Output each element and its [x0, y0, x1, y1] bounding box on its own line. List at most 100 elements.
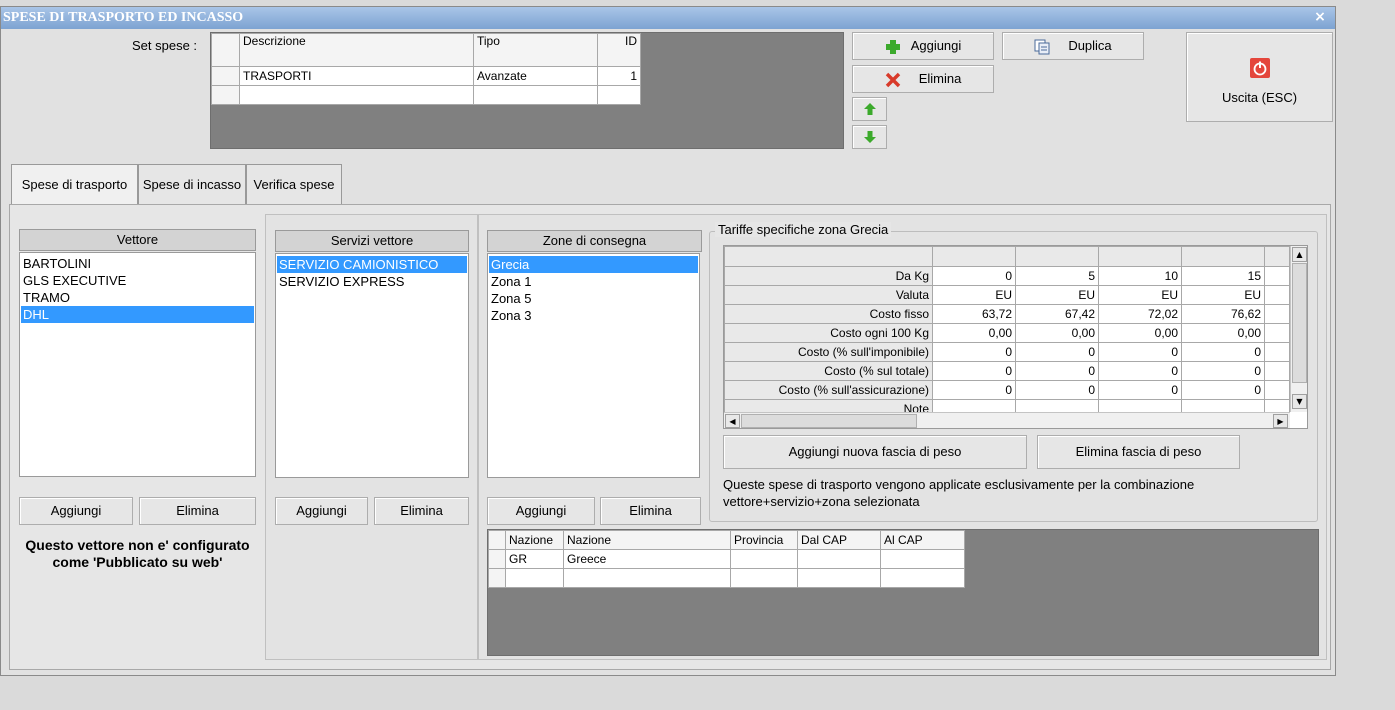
cell-provincia[interactable]	[730, 549, 798, 569]
table-row[interactable]: Costo (% sull'imponibile) 0 0 0 0	[724, 342, 1290, 362]
cell-empty[interactable]	[505, 568, 564, 588]
cell-dal-cap[interactable]	[797, 549, 881, 569]
tariffe-cell[interactable]: 0	[1015, 342, 1099, 362]
move-down-button[interactable]	[852, 125, 887, 149]
add-fascia-button[interactable]: Aggiungi nuova fascia di peso	[723, 435, 1027, 469]
cell-empty[interactable]	[239, 85, 474, 105]
col-descrizione[interactable]: Descrizione	[239, 33, 474, 67]
duplicate-set-button[interactable]: Duplica	[1002, 32, 1144, 60]
col-provincia[interactable]: Provincia	[730, 530, 798, 550]
list-item[interactable]: GLS EXECUTIVE	[21, 272, 254, 289]
table-row[interactable]: Costo (% sul totale) 0 0 0 0	[724, 361, 1290, 381]
tariffe-cell-extra[interactable]	[1264, 304, 1290, 324]
add-zona-button[interactable]: Aggiungi	[487, 497, 595, 525]
tariffe-cell[interactable]: 0	[1181, 380, 1265, 400]
vettore-list[interactable]: BARTOLINI GLS EXECUTIVE TRAMO DHL	[19, 252, 256, 477]
tariffe-cell-extra[interactable]	[1264, 342, 1290, 362]
tariffe-cell[interactable]: EU	[1181, 285, 1265, 305]
exit-button[interactable]: Uscita (ESC)	[1186, 32, 1333, 122]
tariffe-cell-extra[interactable]	[1264, 285, 1290, 305]
scroll-up-icon[interactable]: ▲	[1292, 247, 1307, 262]
tariffe-cell[interactable]: 63,72	[932, 304, 1016, 324]
cell-empty[interactable]	[597, 85, 641, 105]
cell-descrizione[interactable]: TRASPORTI	[239, 66, 474, 86]
tariffe-cell[interactable]: 10	[1098, 266, 1182, 286]
add-set-button[interactable]: Aggiungi	[852, 32, 994, 60]
tariffe-cell[interactable]: 0	[1098, 342, 1182, 362]
tariffe-cell[interactable]: 0	[932, 266, 1016, 286]
list-item[interactable]: DHL	[21, 306, 254, 323]
tariffe-vscrollbar[interactable]: ▲ ▼	[1290, 246, 1307, 412]
add-vettore-button[interactable]: Aggiungi	[19, 497, 133, 525]
scroll-right-icon[interactable]: ▶	[1273, 414, 1288, 428]
scroll-down-icon[interactable]: ▼	[1292, 394, 1307, 409]
table-row[interactable]: Costo fisso 63,72 67,42 72,02 76,62	[724, 304, 1290, 324]
col-nazione-name[interactable]: Nazione	[563, 530, 731, 550]
servizi-list[interactable]: SERVIZIO CAMIONISTICO SERVIZIO EXPRESS	[275, 253, 469, 478]
tariffe-cell[interactable]: 0	[1181, 342, 1265, 362]
cell-empty[interactable]	[880, 568, 965, 588]
tab-spese-trasporto[interactable]: Spese di trasporto	[11, 164, 138, 206]
delete-vettore-button[interactable]: Elimina	[139, 497, 256, 525]
cell-nazione-code[interactable]: GR	[505, 549, 564, 569]
list-item[interactable]: SERVIZIO CAMIONISTICO	[277, 256, 467, 273]
tariffe-cell[interactable]: 0,00	[932, 323, 1016, 343]
zone-list[interactable]: Grecia Zona 1 Zona 5 Zona 3	[487, 253, 700, 478]
tariffe-cell[interactable]: 72,02	[1098, 304, 1182, 324]
tariffe-cell[interactable]: 0	[1015, 380, 1099, 400]
delete-fascia-button[interactable]: Elimina fascia di peso	[1037, 435, 1240, 469]
tariffe-cell[interactable]: EU	[1015, 285, 1099, 305]
list-item[interactable]: Grecia	[489, 256, 698, 273]
tab-verifica-spese[interactable]: Verifica spese	[246, 164, 342, 204]
tariffe-cell[interactable]: 0	[1181, 361, 1265, 381]
table-row-empty[interactable]	[488, 568, 965, 588]
table-row[interactable]: Costo ogni 100 Kg 0,00 0,00 0,00 0,00	[724, 323, 1290, 343]
tariffe-cell[interactable]: EU	[1098, 285, 1182, 305]
delete-zona-button[interactable]: Elimina	[600, 497, 701, 525]
hscroll-thumb[interactable]	[741, 414, 917, 428]
add-servizio-button[interactable]: Aggiungi	[275, 497, 368, 525]
tariffe-grid[interactable]: Da Kg 0 5 10 15 Valuta EU EU EU EU Costo fisso 63,7…	[723, 245, 1308, 429]
cell-empty[interactable]	[473, 85, 598, 105]
tariffe-cell[interactable]: 5	[1015, 266, 1099, 286]
tariffe-cell[interactable]: 67,42	[1015, 304, 1099, 324]
tariffe-cell-extra[interactable]	[1264, 266, 1290, 286]
table-row[interactable]: Costo (% sull'assicurazione) 0 0 0 0	[724, 380, 1290, 400]
tariffe-cell[interactable]: 0	[1098, 361, 1182, 381]
tariffe-cell[interactable]: 0	[932, 361, 1016, 381]
list-item[interactable]: SERVIZIO EXPRESS	[277, 273, 467, 290]
col-tipo[interactable]: Tipo	[473, 33, 598, 67]
cell-empty[interactable]	[563, 568, 731, 588]
tariffe-cell[interactable]: 0	[1015, 361, 1099, 381]
list-item[interactable]: TRAMO	[21, 289, 254, 306]
tab-spese-incasso[interactable]: Spese di incasso	[138, 164, 246, 204]
move-up-button[interactable]	[852, 97, 887, 121]
delete-set-button[interactable]: Elimina	[852, 65, 994, 93]
cell-empty[interactable]	[797, 568, 881, 588]
col-dal-cap[interactable]: Dal CAP	[797, 530, 881, 550]
scroll-thumb[interactable]	[1292, 263, 1307, 383]
set-spese-grid[interactable]: Descrizione Tipo ID TRASPORTI Avanzate 1	[210, 32, 844, 149]
tariffe-cell-extra[interactable]	[1264, 323, 1290, 343]
tariffe-cell[interactable]: 0,00	[1015, 323, 1099, 343]
tariffe-cell[interactable]: 0,00	[1181, 323, 1265, 343]
tariffe-cell[interactable]: 0,00	[1098, 323, 1182, 343]
cell-id[interactable]: 1	[597, 66, 641, 86]
delete-servizio-button[interactable]: Elimina	[374, 497, 469, 525]
list-item[interactable]: Zona 1	[489, 273, 698, 290]
tariffe-cell[interactable]: EU	[932, 285, 1016, 305]
table-row[interactable]: Valuta EU EU EU EU	[724, 285, 1290, 305]
col-nazione-code[interactable]: Nazione	[505, 530, 564, 550]
list-item[interactable]: Zona 5	[489, 290, 698, 307]
cell-al-cap[interactable]	[880, 549, 965, 569]
tariffe-cell[interactable]: 15	[1181, 266, 1265, 286]
cell-empty[interactable]	[730, 568, 798, 588]
list-item[interactable]: BARTOLINI	[21, 255, 254, 272]
table-row[interactable]: Da Kg 0 5 10 15	[724, 266, 1290, 286]
tariffe-cell[interactable]: 0	[932, 342, 1016, 362]
list-item[interactable]: Zona 3	[489, 307, 698, 324]
tariffe-cell[interactable]: 0	[932, 380, 1016, 400]
tariffe-cell-extra[interactable]	[1264, 380, 1290, 400]
col-al-cap[interactable]: Al CAP	[880, 530, 965, 550]
cell-nazione-name[interactable]: Greece	[563, 549, 731, 569]
